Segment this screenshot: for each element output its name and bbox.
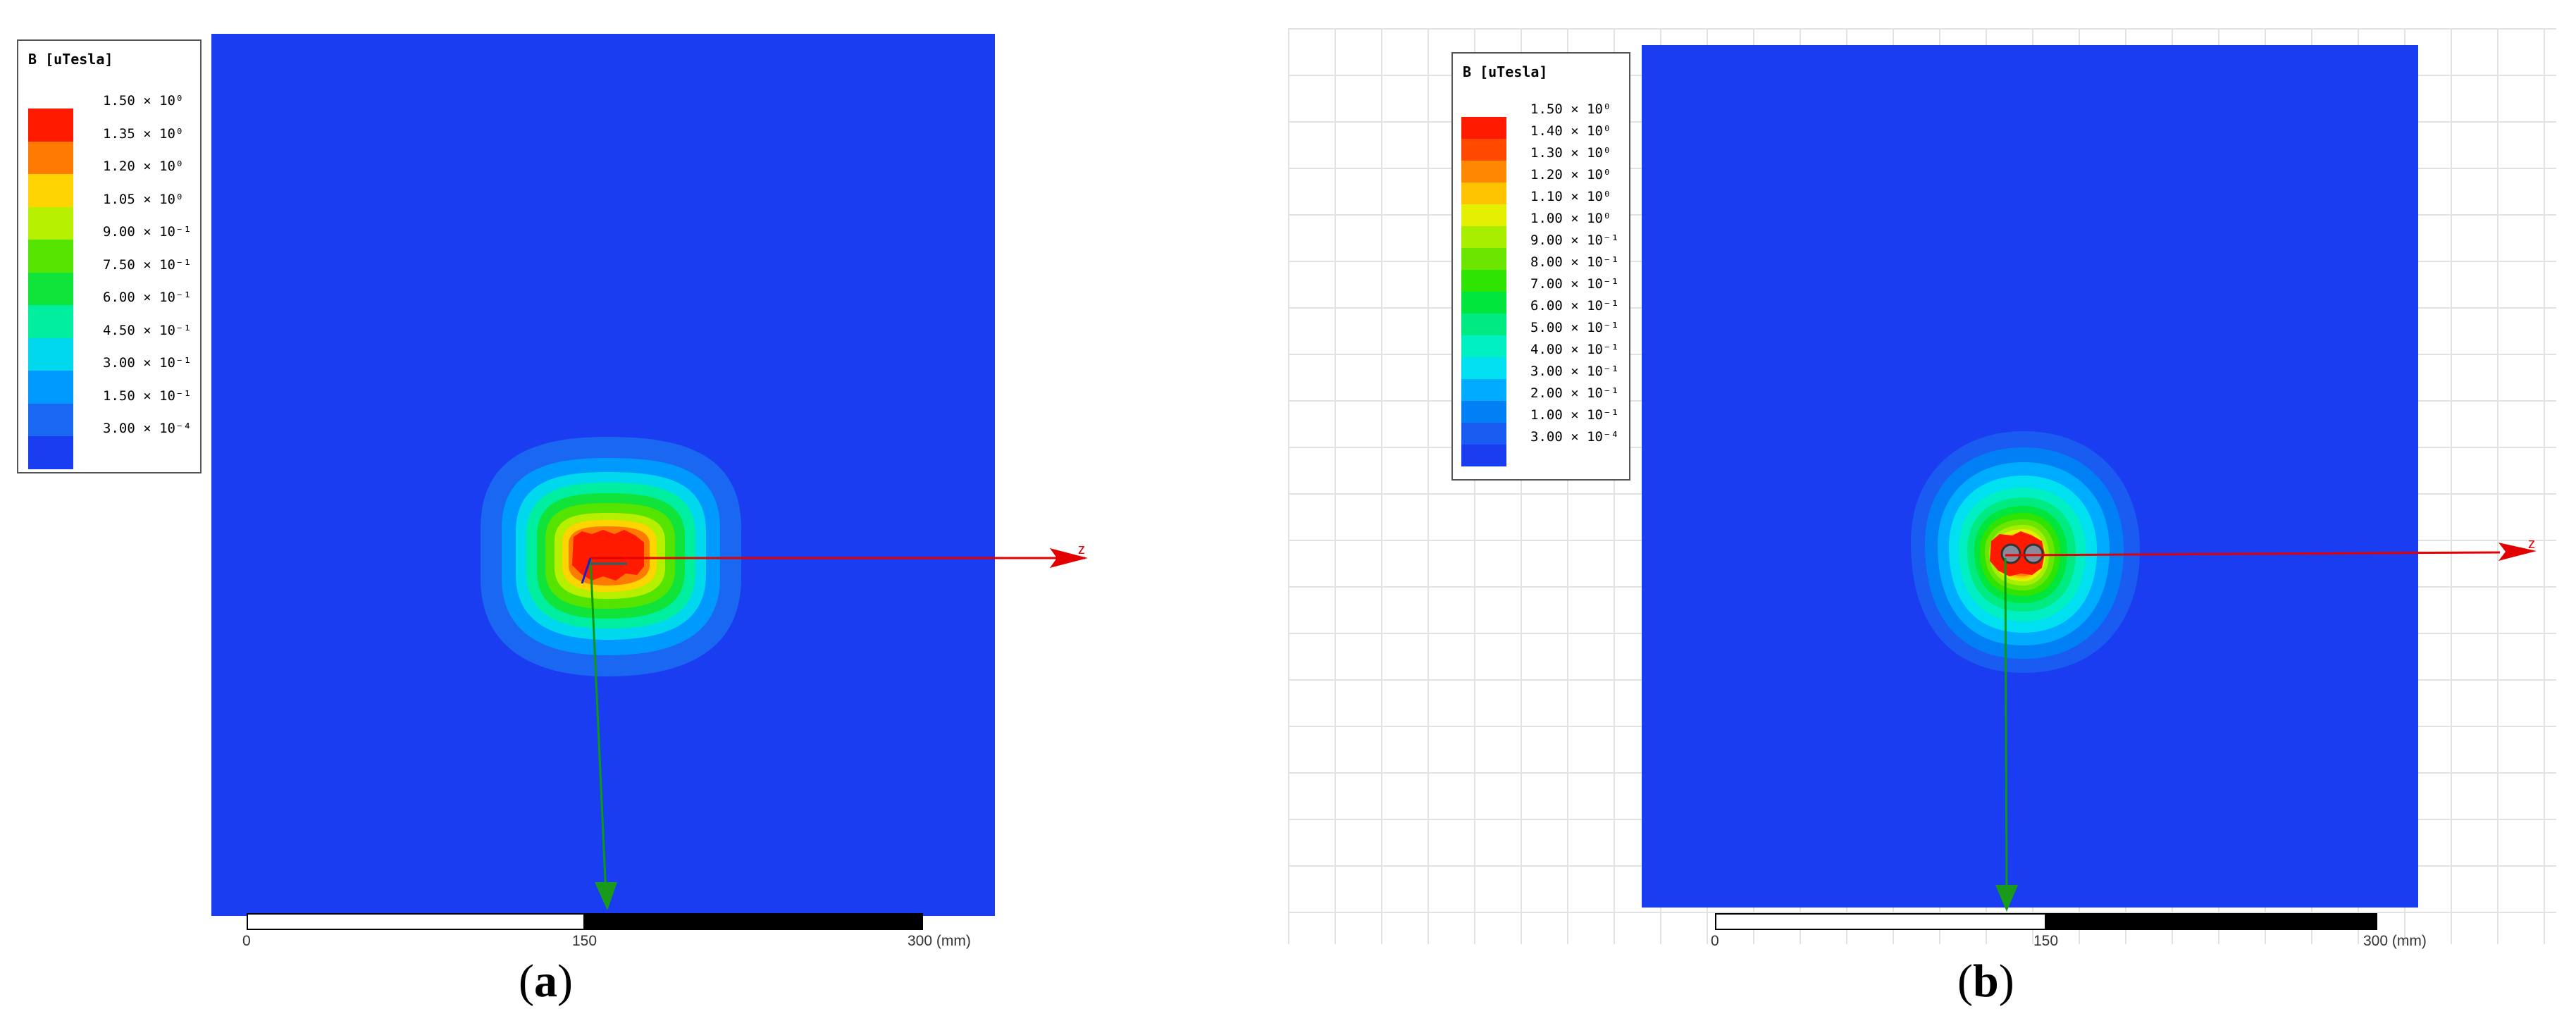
legend-label: 7.50 × 10⁻¹ (103, 256, 192, 273)
legend-swatch (28, 141, 73, 174)
legend-label: 1.35 × 10⁰ (103, 125, 184, 142)
legend-a: B [uTesla] 1.50 × 10⁰ 1.35 × 10⁰ 1.20 × 10… (17, 39, 202, 473)
legend-swatch (1461, 161, 1506, 182)
legend-label: 9.00 × 10⁻¹ (1530, 233, 1619, 248)
y-axis-arrowhead-b (1995, 885, 2018, 912)
legend-label: 8.00 × 10⁻¹ (1530, 254, 1619, 270)
legend-swatch (28, 337, 73, 371)
scale-bar-black-a (585, 913, 923, 930)
legend-label: 4.50 × 10⁻¹ (103, 322, 192, 338)
legend-swatch (28, 174, 73, 207)
legend-label: 1.50 × 10⁰ (103, 93, 184, 109)
legend-swatch (1461, 182, 1506, 204)
scale-bar-black-b (2046, 913, 2377, 930)
legend-swatch (28, 305, 73, 338)
legend-label: 1.20 × 10⁰ (103, 159, 184, 174)
legend-label: 7.00 × 10⁻¹ (1530, 276, 1619, 292)
legend-label: 1.50 × 10⁰ (1530, 101, 1611, 117)
legend-title-b: B [uTesla] (1463, 63, 1548, 80)
legend-label: 1.30 × 10⁰ (1530, 145, 1611, 161)
scale-label-mid-a: 150 (572, 933, 597, 949)
z-axis-line-b (2005, 551, 2501, 557)
legend-label: 6.00 × 10⁻¹ (1530, 298, 1619, 314)
legend-label: 1.00 × 10⁻¹ (1530, 407, 1619, 423)
y-axis-line-a (589, 557, 607, 896)
legend-label: 3.00 × 10⁻⁴ (103, 421, 192, 436)
legend-swatch (28, 371, 73, 404)
legend-swatch (1461, 226, 1506, 248)
legend-swatch (28, 109, 73, 142)
z-axis-label-a: z (1078, 542, 1085, 557)
caption-letter-b: b (1972, 955, 1999, 1007)
y-axis-arrowhead-a (595, 882, 617, 910)
scale-label-mid-b: 150 (2033, 933, 2059, 949)
legend-swatch (28, 436, 73, 469)
legend-label: 6.00 × 10⁻¹ (103, 290, 192, 305)
legend-label: 9.00 × 10⁻¹ (103, 224, 192, 240)
caption-a: (a) (519, 955, 573, 1007)
panel-a: z B [uTesla] 1.50 × 10⁰ 1.35 × 10⁰ 1.20 × … (0, 0, 1288, 1028)
legend-swatch (1461, 204, 1506, 226)
legend-swatch (28, 240, 73, 273)
legend-label: 1.20 × 10⁰ (1530, 167, 1611, 182)
legend-label: 1.00 × 10⁰ (1530, 211, 1611, 226)
legend-label: 3.00 × 10⁻¹ (103, 355, 192, 371)
legend-swatch (1461, 357, 1506, 379)
legend-swatch (1461, 445, 1506, 466)
x-axis-line-a (581, 557, 592, 584)
legend-label: 1.40 × 10⁰ (1530, 123, 1611, 139)
y-axis-line-b (2004, 557, 2008, 900)
legend-b: B [uTesla] 1.50 × 10⁰ 1.40 × 10⁰ 1.30 × 10… (1451, 52, 1630, 481)
caption-b: (b) (1957, 955, 2014, 1007)
z-axis-label-b: z (2528, 536, 2535, 552)
legend-swatch (28, 206, 73, 240)
legend-label: 3.00 × 10⁻⁴ (1530, 429, 1619, 445)
legend-swatch (1461, 270, 1506, 292)
legend-label: 3.00 × 10⁻¹ (1530, 364, 1619, 379)
legend-label: 4.00 × 10⁻¹ (1530, 342, 1619, 357)
legend-swatch (1461, 379, 1506, 401)
legend-label: 1.50 × 10⁻¹ (103, 388, 192, 404)
scale-label-end-b: 300 (mm) (2363, 933, 2427, 949)
legend-swatch (1461, 314, 1506, 335)
legend-swatch (28, 272, 73, 305)
legend-label: 5.00 × 10⁻¹ (1530, 320, 1619, 335)
legend-swatch (1461, 248, 1506, 270)
legend-label: 1.10 × 10⁰ (1530, 189, 1611, 204)
legend-swatch (1461, 292, 1506, 314)
legend-label: 2.00 × 10⁻¹ (1530, 385, 1619, 401)
scale-bar-white-b (1715, 913, 2046, 930)
scale-label-end-a: 300 (mm) (908, 933, 971, 949)
legend-swatch (1461, 423, 1506, 445)
caption-letter-a: a (533, 955, 557, 1007)
legend-title-a: B [uTesla] (28, 51, 113, 68)
legend-swatch (1461, 401, 1506, 423)
panel-b: z B [uTesla] 1.50 × 10⁰ 1.40 × 10⁰ 1.30 × … (1288, 0, 2576, 1028)
legend-swatch (1461, 117, 1506, 139)
scale-bar-a (247, 913, 923, 930)
scale-label-start-a: 0 (242, 933, 251, 949)
legend-swatch (1461, 139, 1506, 161)
scale-label-start-b: 0 (1711, 933, 1719, 949)
legend-swatch (28, 403, 73, 436)
scale-bar-b (1715, 913, 2377, 930)
legend-label: 1.05 × 10⁰ (103, 191, 184, 207)
scale-bar-white-a (247, 913, 585, 930)
legend-swatch (1461, 335, 1506, 357)
